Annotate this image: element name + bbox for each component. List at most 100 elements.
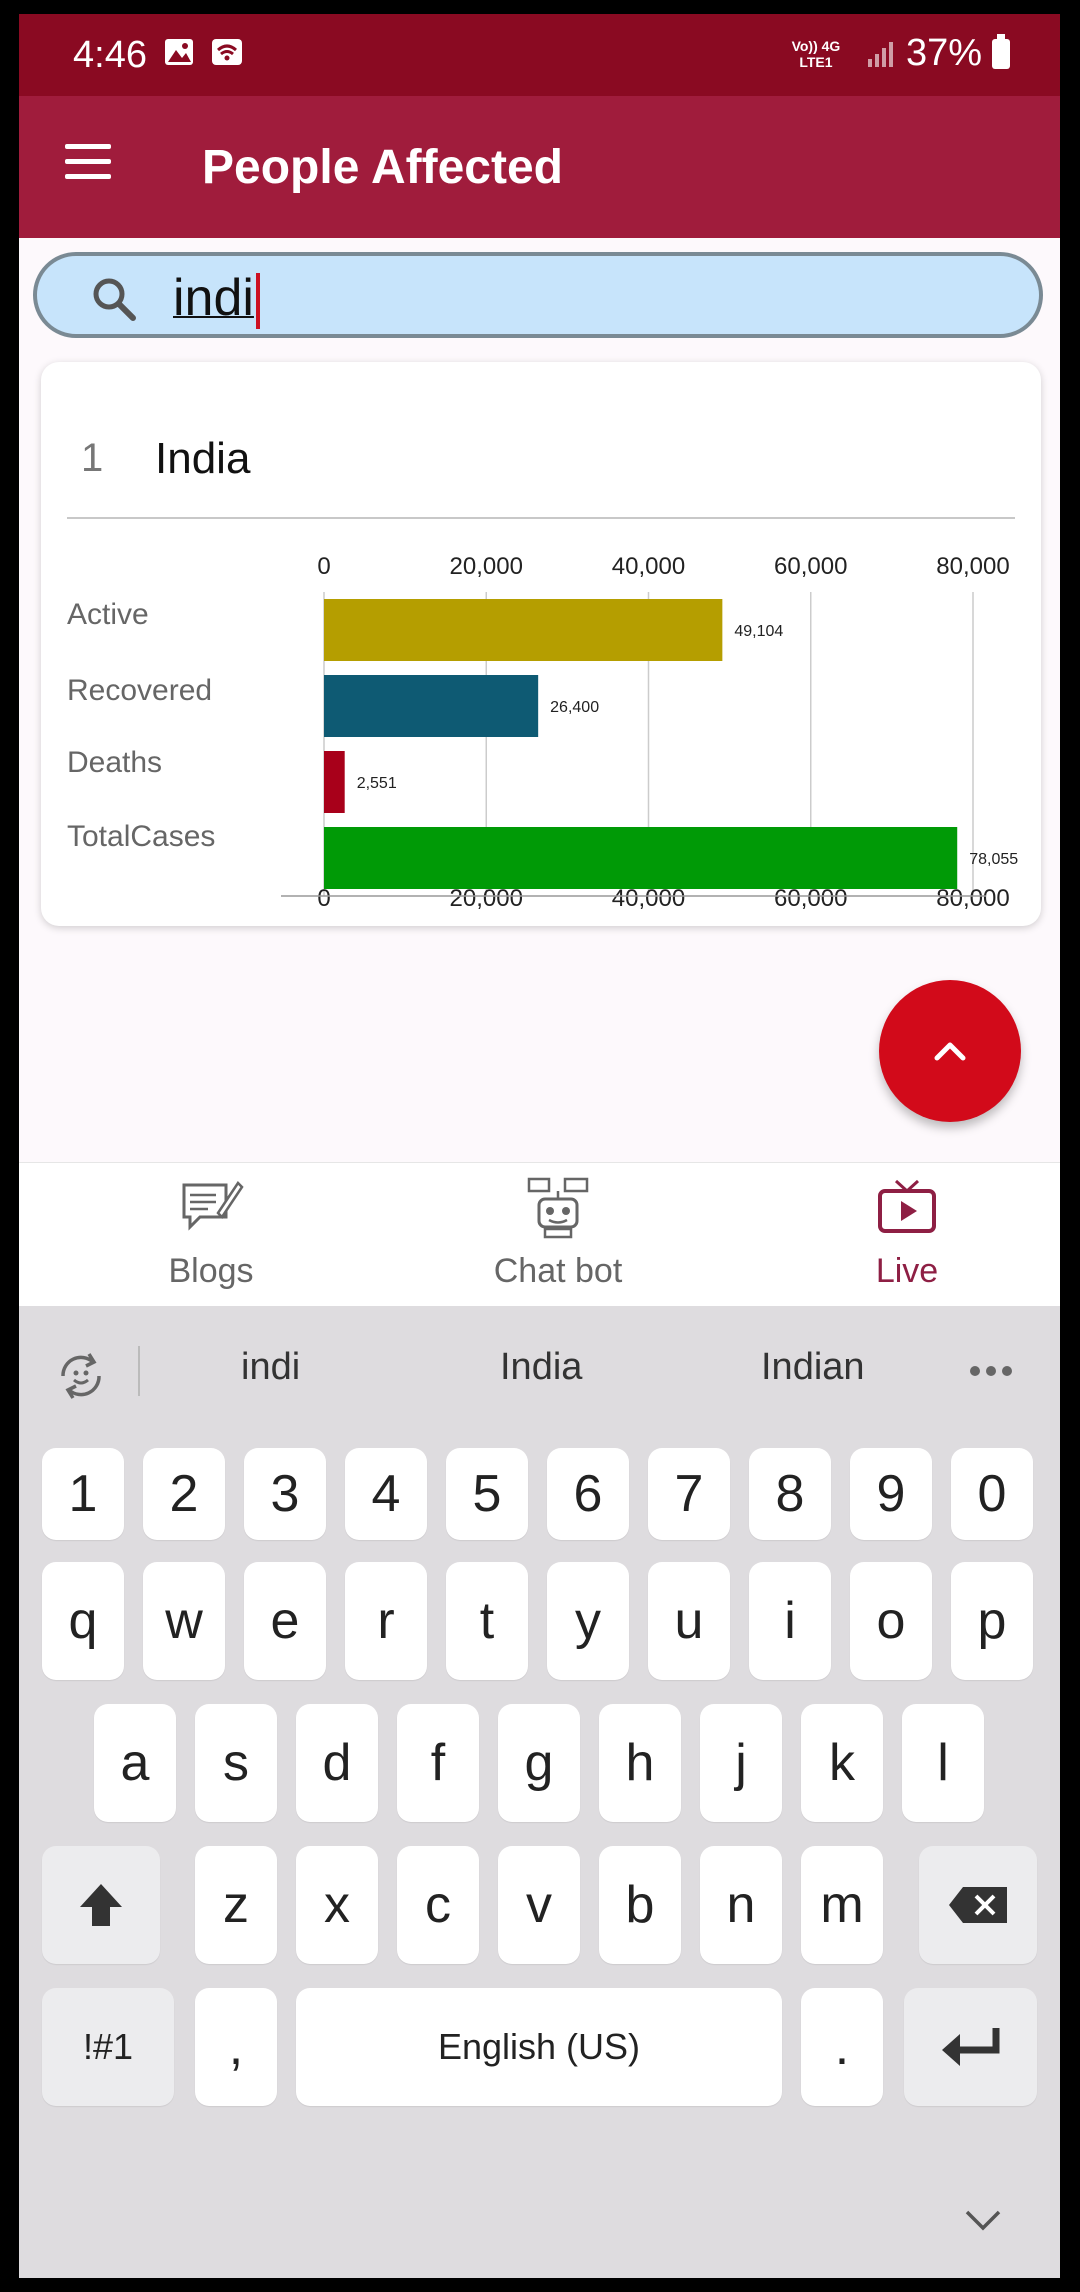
- key-k[interactable]: k: [801, 1704, 883, 1822]
- key-f[interactable]: f: [397, 1704, 479, 1822]
- enter-icon: [941, 2028, 999, 2066]
- battery-percent: 37%: [905, 32, 982, 74]
- key-p[interactable]: p: [951, 1562, 1033, 1680]
- category-label: Deaths: [67, 746, 162, 779]
- chevron-up-icon: [934, 1042, 966, 1061]
- key-e[interactable]: e: [244, 1562, 326, 1680]
- backspace-key[interactable]: [919, 1846, 1037, 1964]
- data-label: 26,400: [550, 699, 599, 716]
- key-9[interactable]: 9: [850, 1448, 932, 1540]
- wifi-call-icon: [212, 39, 242, 65]
- key-q[interactable]: q: [42, 1562, 124, 1680]
- shift-icon: [80, 1884, 122, 1926]
- period-key[interactable]: .: [801, 1988, 883, 2106]
- x-tick-label-top: 60,000: [774, 553, 847, 580]
- menu-icon[interactable]: [65, 144, 111, 184]
- comma-key[interactable]: ,: [195, 1988, 277, 2106]
- key-t[interactable]: t: [446, 1562, 528, 1680]
- x-tick-label-bottom: 60,000: [774, 885, 847, 912]
- suggestion-2[interactable]: India: [500, 1346, 582, 1389]
- key-0[interactable]: 0: [951, 1448, 1033, 1540]
- key-i[interactable]: i: [749, 1562, 831, 1680]
- category-label: Recovered: [67, 674, 212, 707]
- key-l[interactable]: l: [902, 1704, 984, 1822]
- status-right: Vo)) 4G LTE1 37%: [776, 32, 1010, 75]
- nav-live-label: Live: [875, 1252, 939, 1290]
- on-screen-keyboard: indi India Indian 1 2 3 4 5 6 7 8 9 0 q …: [19, 1306, 1060, 2278]
- status-time: 4:46: [73, 34, 147, 76]
- category-label: TotalCases: [67, 820, 215, 853]
- more-options-icon[interactable]: [969, 1364, 1013, 1378]
- key-3[interactable]: 3: [244, 1448, 326, 1540]
- app-screen: 4:46 Vo)) 4G LTE1 37% People Affected in…: [19, 14, 1060, 2278]
- x-tick-label-top: 0: [317, 553, 330, 580]
- category-label: Active: [67, 598, 149, 631]
- key-m[interactable]: m: [801, 1846, 883, 1964]
- key-c[interactable]: c: [397, 1846, 479, 1964]
- key-y[interactable]: y: [547, 1562, 629, 1680]
- tv-icon: [878, 1179, 936, 1233]
- symbols-key[interactable]: !#1: [42, 1988, 174, 2106]
- image-icon: [165, 39, 193, 65]
- nav-blogs[interactable]: Blogs: [81, 1177, 341, 1291]
- page-title: People Affected: [202, 141, 563, 194]
- key-4[interactable]: 4: [345, 1448, 427, 1540]
- space-key[interactable]: English (US): [296, 1988, 782, 2106]
- nav-chat-bot-label: Chat bot: [493, 1252, 623, 1290]
- key-g[interactable]: g: [498, 1704, 580, 1822]
- suggestion-1[interactable]: indi: [241, 1346, 300, 1389]
- data-label: 78,055: [969, 851, 1018, 868]
- key-7[interactable]: 7: [648, 1448, 730, 1540]
- search-text: indi: [173, 269, 254, 327]
- bottom-navigation: Blogs Chat bot Live: [19, 1162, 1060, 1307]
- key-n[interactable]: n: [700, 1846, 782, 1964]
- enter-key[interactable]: [904, 1988, 1037, 2106]
- data-label: 49,104: [734, 623, 783, 640]
- key-5[interactable]: 5: [446, 1448, 528, 1540]
- shift-key[interactable]: [42, 1846, 160, 1964]
- nav-live[interactable]: Live: [777, 1177, 1037, 1291]
- key-w[interactable]: w: [143, 1562, 225, 1680]
- key-v[interactable]: v: [498, 1846, 580, 1964]
- bar-recovered: [324, 675, 539, 737]
- result-card[interactable]: 1 India 0 0 20,000 20,000 40,000 40,000 60,000…: [41, 362, 1041, 926]
- signal-icon: [867, 41, 893, 67]
- key-r[interactable]: r: [345, 1562, 427, 1680]
- key-2[interactable]: 2: [143, 1448, 225, 1540]
- search-value[interactable]: indi: [173, 268, 260, 330]
- key-j[interactable]: j: [700, 1704, 782, 1822]
- app-bar: People Affected: [19, 96, 1060, 238]
- nav-chat-bot[interactable]: Chat bot: [428, 1177, 688, 1291]
- key-6[interactable]: 6: [547, 1448, 629, 1540]
- bar-deaths: [324, 751, 345, 813]
- search-icon: [93, 278, 136, 321]
- text-caret: [255, 273, 260, 330]
- x-tick-label-top: 20,000: [450, 553, 523, 580]
- scroll-top-button[interactable]: [879, 980, 1021, 1122]
- key-z[interactable]: z: [195, 1846, 277, 1964]
- key-x[interactable]: x: [296, 1846, 378, 1964]
- suggestion-3[interactable]: Indian: [761, 1346, 865, 1389]
- bar-active: [324, 599, 723, 661]
- key-1[interactable]: 1: [42, 1448, 124, 1540]
- key-d[interactable]: d: [296, 1704, 378, 1822]
- key-b[interactable]: b: [599, 1846, 681, 1964]
- key-o[interactable]: o: [850, 1562, 932, 1680]
- key-h[interactable]: h: [599, 1704, 681, 1822]
- hide-keyboard-icon[interactable]: [963, 2208, 1003, 2232]
- backspace-icon: [949, 1887, 1007, 1923]
- x-tick-label-bottom: 0: [317, 885, 330, 912]
- blog-icon: [182, 1181, 244, 1231]
- battery-icon: [992, 33, 1010, 69]
- key-a[interactable]: a: [94, 1704, 176, 1822]
- emoji-refresh-icon[interactable]: [53, 1348, 109, 1404]
- search-input[interactable]: indi: [33, 252, 1043, 338]
- x-tick-label-bottom: 80,000: [936, 885, 1009, 912]
- suggestion-separator: [138, 1346, 140, 1396]
- key-u[interactable]: u: [648, 1562, 730, 1680]
- x-tick-label-bottom: 20,000: [450, 885, 523, 912]
- key-s[interactable]: s: [195, 1704, 277, 1822]
- key-8[interactable]: 8: [749, 1448, 831, 1540]
- x-tick-label-top: 80,000: [936, 553, 1009, 580]
- bar-totalcases: [324, 827, 958, 889]
